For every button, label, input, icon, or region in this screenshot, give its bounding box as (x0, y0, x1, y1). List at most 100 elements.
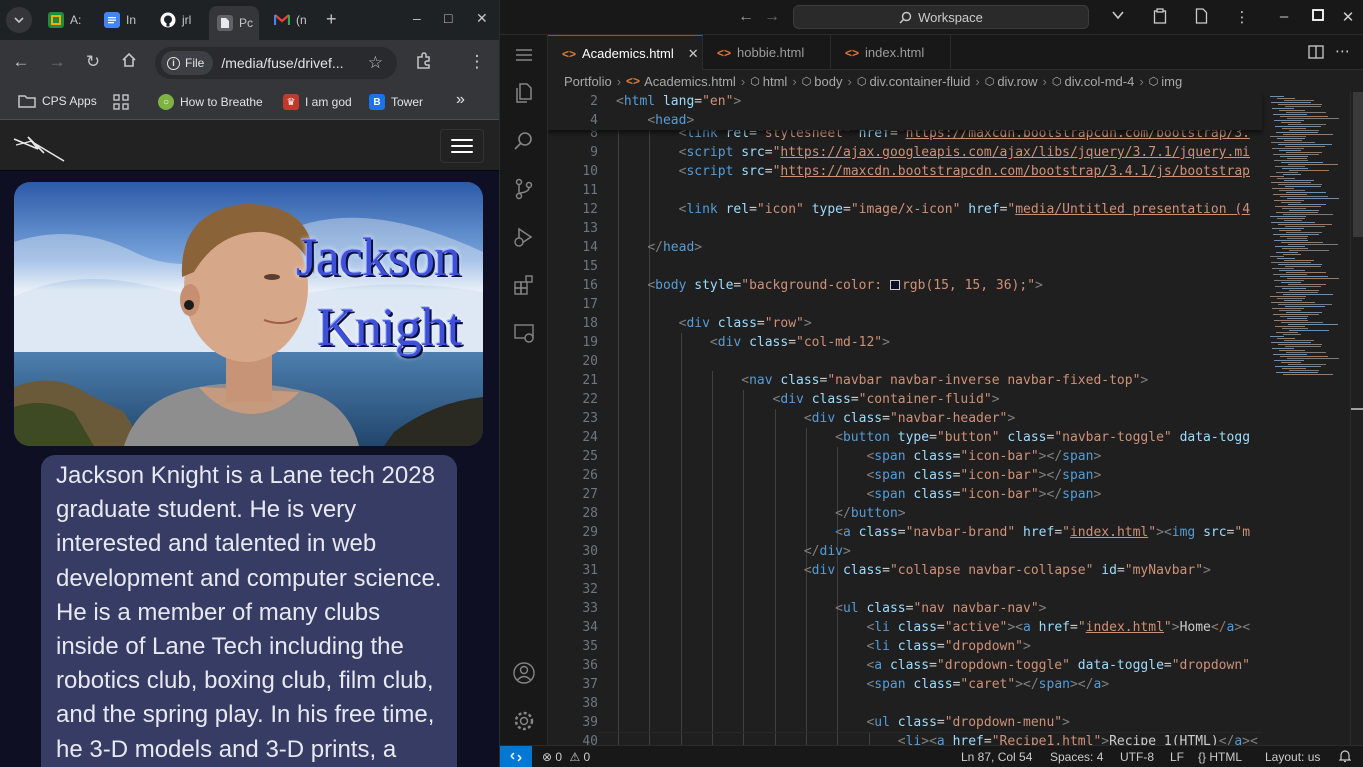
code-line[interactable]: <div class="row"> (616, 314, 1262, 333)
home-icon[interactable] (118, 52, 140, 73)
run-debug-icon[interactable] (500, 217, 548, 257)
bookmark-tower[interactable]: B Tower (369, 94, 423, 110)
explorer-icon[interactable] (500, 73, 548, 113)
code-line[interactable]: <html lang="en"> (616, 92, 1262, 111)
clipboard-icon[interactable] (1151, 8, 1169, 28)
code-line[interactable]: <head> (616, 111, 1262, 130)
bookmark-apps[interactable] (113, 94, 129, 110)
maximize-icon[interactable] (1309, 8, 1327, 25)
code-line[interactable]: <div class="collapse navbar-collapse" id… (616, 561, 1262, 580)
end-of-line[interactable]: LF (1170, 750, 1184, 764)
bookmark-star-icon[interactable]: ☆ (368, 53, 383, 73)
more-actions-icon[interactable]: ⋮ (1233, 8, 1251, 26)
keyboard-layout[interactable]: Layout: us (1265, 750, 1320, 764)
breadcrumb-item[interactable]: div.container-fluid (869, 74, 970, 89)
more-actions-icon[interactable]: ⋯ (1335, 42, 1350, 60)
code-line[interactable] (616, 580, 1262, 599)
bookmark-i-am-god[interactable]: ♛ I am god (283, 94, 352, 110)
minimize-icon[interactable]: – (1275, 8, 1293, 25)
code-line[interactable]: </button> (616, 504, 1262, 523)
code-line[interactable]: <ul class="nav navbar-nav"> (616, 599, 1262, 618)
close-window-icon[interactable]: ✕ (1339, 8, 1357, 26)
code-line[interactable] (616, 181, 1262, 200)
back-arrow-icon[interactable]: ← (10, 52, 32, 72)
split-editor-icon[interactable] (1308, 44, 1324, 65)
new-file-icon[interactable] (1192, 8, 1210, 28)
code-line[interactable]: <nav class="navbar navbar-inverse navbar… (616, 371, 1262, 390)
minimap[interactable] (1262, 92, 1350, 745)
new-tab-button[interactable]: + (326, 9, 337, 30)
bookmark-cps-apps[interactable]: CPS Apps (18, 94, 97, 108)
site-info-chip[interactable]: i File (161, 51, 214, 75)
remote-explorer-icon[interactable] (500, 313, 548, 353)
breadcrumb-item[interactable]: html (763, 74, 788, 89)
breadcrumb-item[interactable]: Portfolio (564, 74, 612, 89)
language-mode[interactable]: {} HTML (1198, 750, 1242, 764)
tab-search-button[interactable] (6, 7, 32, 33)
gear-icon[interactable] (500, 701, 548, 741)
code-line[interactable]: <span class="icon-bar"></span> (616, 485, 1262, 504)
code-line[interactable]: <script src="https://maxcdn.bootstrapcdn… (616, 162, 1262, 181)
bookmark-how-to-breathe[interactable]: ○ How to Breathe (158, 94, 263, 110)
code-line[interactable]: <li><a href="Recipe1.html">Recipe 1(HTML… (616, 732, 1262, 745)
code-line[interactable] (616, 257, 1262, 276)
reload-icon[interactable]: ↻ (82, 52, 104, 72)
command-center-search[interactable]: Workspace (793, 5, 1089, 29)
code-line[interactable]: <a class="navbar-brand" href="index.html… (616, 523, 1262, 542)
code-line[interactable]: <script src="https://ajax.googleapis.com… (616, 143, 1262, 162)
notifications-bell-icon[interactable] (1338, 750, 1352, 766)
search-icon[interactable] (500, 121, 548, 161)
forward-arrow-icon[interactable]: → (764, 8, 780, 26)
encoding[interactable]: UTF-8 (1120, 750, 1154, 764)
code-line[interactable] (616, 352, 1262, 371)
extensions-icon[interactable] (413, 52, 435, 75)
back-arrow-icon[interactable]: ← (738, 8, 754, 26)
address-bar[interactable]: i File /media/fuse/drivef... ☆ (155, 47, 397, 79)
remote-indicator[interactable] (500, 745, 532, 767)
code-line[interactable]: <a class="dropdown-toggle" data-toggle="… (616, 656, 1262, 675)
cursor-position[interactable]: Ln 87, Col 54 (961, 750, 1032, 764)
navbar-toggle-button[interactable] (440, 129, 484, 163)
chrome-tab-3[interactable]: jrl (152, 6, 204, 34)
tab-index[interactable]: <> index.html (831, 35, 951, 70)
sticky-scroll-header[interactable]: 24 <html lang="en"> <head> (548, 92, 1262, 130)
maximize-icon[interactable]: □ (444, 10, 452, 26)
code-line[interactable] (616, 219, 1262, 238)
source-control-icon[interactable] (500, 169, 548, 209)
scrollbar-thumb[interactable] (1353, 92, 1363, 237)
close-window-icon[interactable]: ✕ (476, 10, 488, 27)
errors-indicator[interactable]: ⊗ 0 ⚠ 0 (542, 750, 590, 764)
tab-academics[interactable]: <> Academics.html ✕ (548, 35, 703, 71)
chevron-down-icon[interactable] (1109, 8, 1127, 26)
breadcrumb-item[interactable]: img (1161, 74, 1182, 89)
code-line[interactable]: <div class="col-md-12"> (616, 333, 1262, 352)
vertical-scrollbar[interactable] (1350, 92, 1363, 745)
code-line[interactable]: <li class="active"><a href="index.html">… (616, 618, 1262, 637)
chrome-tab-5[interactable]: (n (266, 6, 316, 34)
code-line[interactable]: <body style="background-color: rgb(15, 1… (616, 276, 1262, 295)
close-icon[interactable]: ✕ (688, 46, 699, 62)
code-line[interactable]: </div> (616, 542, 1262, 561)
code-line[interactable]: <div class="container-fluid"> (616, 390, 1262, 409)
minimize-icon[interactable]: – (413, 10, 421, 26)
code-editor[interactable]: 8 9 10 11 12 13 14 15 16 17 18 19 20 21 22 23 24 25 26 27 28… (548, 92, 1363, 745)
breadcrumb-item[interactable]: div.row (997, 74, 1037, 89)
code-line[interactable]: </head> (616, 238, 1262, 257)
forward-arrow-icon[interactable]: → (46, 52, 68, 72)
indentation[interactable]: Spaces: 4 (1050, 750, 1103, 764)
chrome-tab-1[interactable]: A: (40, 6, 90, 34)
chrome-menu-icon[interactable]: ⋮ (466, 52, 488, 72)
chrome-tab-2[interactable]: In (96, 6, 146, 34)
site-logo[interactable] (12, 133, 66, 168)
code-line[interactable]: <button type="button" class="navbar-togg… (616, 428, 1262, 447)
code-line[interactable]: <span class="caret"></span></a> (616, 675, 1262, 694)
code-line[interactable]: <li class="dropdown"> (616, 637, 1262, 656)
code-line[interactable]: <ul class="dropdown-menu"> (616, 713, 1262, 732)
code-line[interactable]: <div class="navbar-header"> (616, 409, 1262, 428)
code-line[interactable] (616, 295, 1262, 314)
breadcrumb-item[interactable]: Academics.html (644, 74, 736, 89)
code-line[interactable]: <span class="icon-bar"></span> (616, 466, 1262, 485)
url-text[interactable]: /media/fuse/drivef... (221, 55, 361, 71)
menu-icon[interactable] (500, 35, 548, 75)
color-swatch[interactable] (889, 280, 900, 290)
